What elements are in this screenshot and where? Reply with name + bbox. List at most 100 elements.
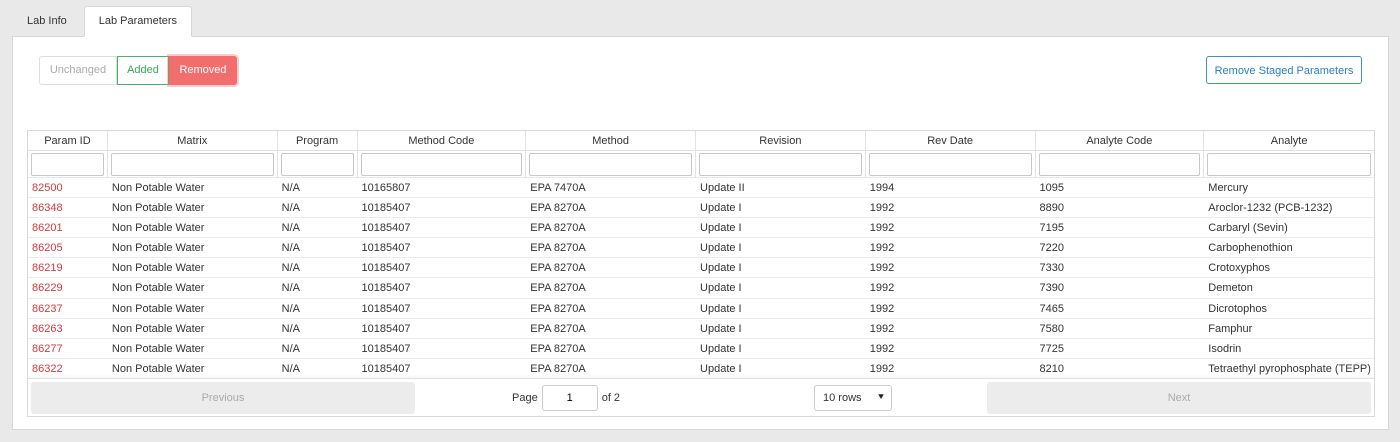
cell-param-id[interactable]: 86205 [28,238,108,258]
column-header-program[interactable]: Program [278,131,358,151]
cell-matrix: Non Potable Water [111,342,205,355]
table-row[interactable]: 82500 Non Potable Water N/A 10165807 EPA 747… [28,178,1374,199]
filter-input-method[interactable] [529,153,693,176]
cell-revision: Update I [700,362,742,375]
remove-staged-parameters-button[interactable]: Remove Staged Parameters [1206,56,1362,84]
cell-analyte-code: 1095 [1039,182,1065,194]
cell-analyte: Crotoxyphos [1208,262,1271,275]
cell-analyte: Dicrotophos [1208,302,1267,315]
cell-matrix: Non Potable Water [111,362,205,375]
cell-program: N/A [281,362,300,375]
cell-rev-date: 1994 [869,182,895,194]
cell-method: EPA 8270A [530,262,586,275]
cell-param-id[interactable]: 86277 [28,339,108,359]
tab-lab-parameters[interactable]: Lab Parameters [83,6,193,37]
page-number-input[interactable] [541,385,598,411]
table-row[interactable]: 86229 Non Potable Water N/A 10185407 EPA 827… [28,278,1374,299]
tab-lab-info[interactable]: Lab Info [12,6,82,37]
cell-param-id[interactable]: 86322 [28,359,108,379]
cell-matrix: Non Potable Water [111,182,205,194]
filter-input-analyte[interactable] [1207,153,1372,176]
cell-revision: Update I [700,322,742,335]
added-filter-button[interactable]: Added [117,56,169,85]
cell-param-id[interactable]: 86219 [28,258,108,278]
cell-revision: Update I [700,282,742,295]
column-header-revision[interactable]: Revision [696,131,866,151]
cell-program: N/A [281,242,300,255]
cell-analyte: Famphur [1208,322,1253,335]
cell-method-code: 10185407 [361,282,411,295]
previous-page-button[interactable]: Previous [31,382,415,414]
filter-cell-analyte [1204,151,1374,178]
filter-cell-method-code [358,151,527,178]
removed-filter-button[interactable]: Removed [169,56,237,85]
page-total-label: of 2 [601,392,621,404]
cell-analyte: Demeton [1208,282,1253,295]
cell-revision: Update II [700,182,745,194]
pagination-bar: Previous Page of 2 10 rows ⯆ Next [28,378,1374,416]
filter-input-matrix[interactable] [110,153,274,176]
column-header-param-id[interactable]: Param ID [28,131,108,151]
filter-input-param-id[interactable] [31,153,104,176]
cell-matrix: Non Potable Water [111,262,205,275]
filter-cell-rev-date [866,151,1036,178]
cell-param-id[interactable]: 86237 [28,299,108,319]
cell-analyte-code: 7330 [1039,262,1065,275]
cell-analyte-code: 7465 [1039,302,1065,315]
tab-bar: Lab Info Lab Parameters [12,6,193,37]
table-row[interactable]: 86322 Non Potable Water N/A 10185407 EPA 827… [28,359,1374,379]
cell-analyte-code: 7390 [1039,282,1065,295]
cell-program: N/A [281,222,300,235]
cell-matrix: Non Potable Water [111,302,205,315]
cell-revision: Update I [700,222,742,235]
cell-method: EPA 7470A [530,182,586,194]
cell-param-id[interactable]: 86201 [28,218,108,238]
cell-analyte-code: 7580 [1039,322,1065,335]
cell-revision: Update I [700,242,742,255]
table-row[interactable]: 86277 Non Potable Water N/A 10185407 EPA 827… [28,339,1374,359]
filter-input-revision[interactable] [699,153,862,176]
cell-method-code: 10185407 [361,322,411,335]
table-row[interactable]: 86219 Non Potable Water N/A 10185407 EPA 827… [28,258,1374,279]
column-header-matrix[interactable]: Matrix [108,131,278,151]
cell-matrix: Non Potable Water [111,222,205,235]
cell-program: N/A [281,182,300,194]
cell-matrix: Non Potable Water [111,282,205,295]
cell-param-id[interactable]: 82500 [28,178,108,198]
cell-rev-date: 1992 [869,242,895,255]
cell-param-id[interactable]: 86229 [28,278,108,298]
table-row[interactable]: 86263 Non Potable Water N/A 10185407 EPA 827… [28,319,1374,339]
column-header-rev-date[interactable]: Rev Date [866,131,1036,151]
table-row[interactable]: 86205 Non Potable Water N/A 10185407 EPA 827… [28,238,1374,259]
next-page-button[interactable]: Next [987,382,1371,414]
cell-param-id[interactable]: 86348 [28,198,108,218]
filter-cell-param-id [28,151,108,178]
column-header-method[interactable]: Method [526,131,696,151]
table-row[interactable]: 86237 Non Potable Water N/A 10185407 EPA 827… [28,299,1374,319]
table-row[interactable]: 86348 Non Potable Water N/A 10185407 EPA 827… [28,198,1374,219]
filter-input-analyte-code[interactable] [1038,153,1201,176]
cell-matrix: Non Potable Water [111,322,205,335]
cell-revision: Update I [700,262,742,275]
cell-method: EPA 8270A [530,302,586,315]
filter-input-program[interactable] [280,153,354,176]
column-header-analyte-code[interactable]: Analyte Code [1036,131,1205,151]
cell-analyte-code: 7195 [1039,222,1065,235]
column-header-method-code[interactable]: Method Code [358,131,527,151]
cell-analyte-code: 7725 [1039,342,1065,355]
cell-matrix: Non Potable Water [111,242,205,255]
cell-analyte: Carbophenothion [1208,242,1293,255]
filter-cell-method [526,151,697,178]
cell-analyte: Carbaryl (Sevin) [1208,222,1288,235]
rows-per-page-select[interactable]: 10 rows ⯆ [814,385,892,411]
filter-cell-program [278,151,358,178]
unchanged-filter-button[interactable]: Unchanged [39,56,117,85]
cell-rev-date: 1992 [869,342,895,355]
filter-input-method-code[interactable] [360,153,523,176]
cell-param-id[interactable]: 86263 [28,319,108,339]
column-header-analyte[interactable]: Analyte [1204,131,1374,151]
filter-input-rev-date[interactable] [868,153,1032,176]
cell-program: N/A [281,342,300,355]
table-row[interactable]: 86201 Non Potable Water N/A 10185407 EPA 827… [28,218,1374,239]
table-header-row: Param ID Matrix Program Method Code Method Re… [28,131,1374,151]
